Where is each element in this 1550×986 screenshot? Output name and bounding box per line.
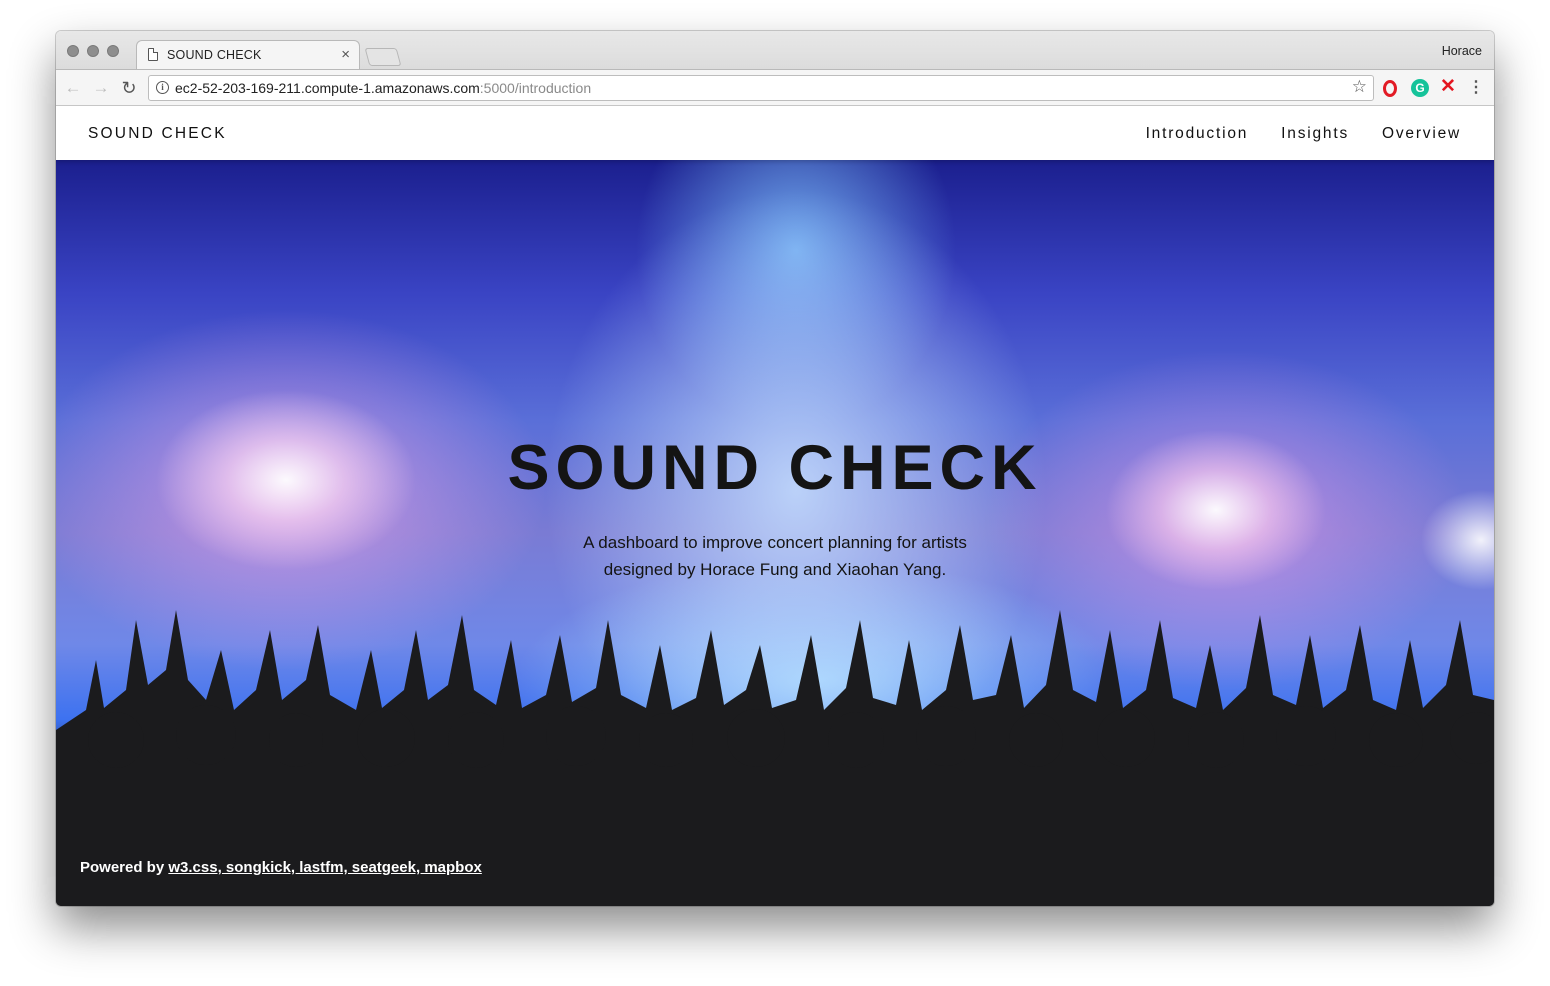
close-window-button[interactable] [67,45,79,57]
site-nav-links: Introduction Insights Overview [1146,125,1461,143]
browser-window: SOUND CHECK × Horace ← → ↻ i ec2-52-203-… [56,31,1494,906]
opera-icon[interactable] [1383,80,1397,97]
nav-insights[interactable]: Insights [1281,125,1349,143]
hero-background: SOUND CHECK A dashboard to improve conce… [56,160,1494,906]
nav-overview[interactable]: Overview [1382,125,1461,143]
tab-strip: SOUND CHECK × Horace [56,31,1494,70]
url-text[interactable]: ec2-52-203-169-211.compute-1.amazonaws.c… [175,80,591,96]
minimize-window-button[interactable] [87,45,99,57]
menu-dots-icon[interactable]: ⋮ [1466,78,1486,98]
tab-title: SOUND CHECK [167,48,262,62]
nav-introduction[interactable]: Introduction [1146,125,1249,143]
info-icon[interactable]: i [156,81,169,94]
footer-links[interactable]: w3.css, songkick, lastfm, seatgeek, mapb… [168,859,481,876]
x-extension-icon[interactable]: ✕ [1439,77,1457,96]
hero-title: SOUND CHECK [507,433,1043,503]
profile-name[interactable]: Horace [1442,44,1482,58]
star-icon[interactable]: ☆ [1352,77,1367,97]
powered-by-footer: Powered by w3.css, songkick, lastfm, sea… [80,859,482,876]
forward-arrow-icon[interactable]: → [90,77,112,99]
page-content: SOUND CHECK Introduction Insights Overvi… [56,106,1494,906]
window-controls [67,45,119,57]
hero-subtitle: A dashboard to improve concert planning … [56,529,1494,583]
url-host: ec2-52-203-169-211.compute-1.amazonaws.c… [175,80,480,96]
hero-subtitle-line-2: designed by Horace Fung and Xiaohan Yang… [603,560,947,579]
tab-sound-check[interactable]: SOUND CHECK × [136,40,360,70]
reload-icon[interactable]: ↻ [118,77,140,99]
back-arrow-icon[interactable]: ← [62,77,84,99]
document-icon [148,48,158,61]
address-bar[interactable]: i ec2-52-203-169-211.compute-1.amazonaws… [148,75,1374,101]
site-navbar: SOUND CHECK Introduction Insights Overvi… [56,106,1494,160]
footer-prefix: Powered by [80,859,169,876]
browser-toolbar: ← → ↻ i ec2-52-203-169-211.compute-1.ama… [56,69,1494,106]
hero-subtitle-line-1: A dashboard to improve concert planning … [583,533,967,552]
grammarly-icon[interactable]: G [1411,79,1429,97]
site-brand[interactable]: SOUND CHECK [88,125,227,143]
maximize-window-button[interactable] [107,45,119,57]
new-tab-button[interactable] [364,48,402,66]
tab-close-button[interactable]: × [341,46,350,64]
url-path: :5000/introduction [479,80,592,96]
